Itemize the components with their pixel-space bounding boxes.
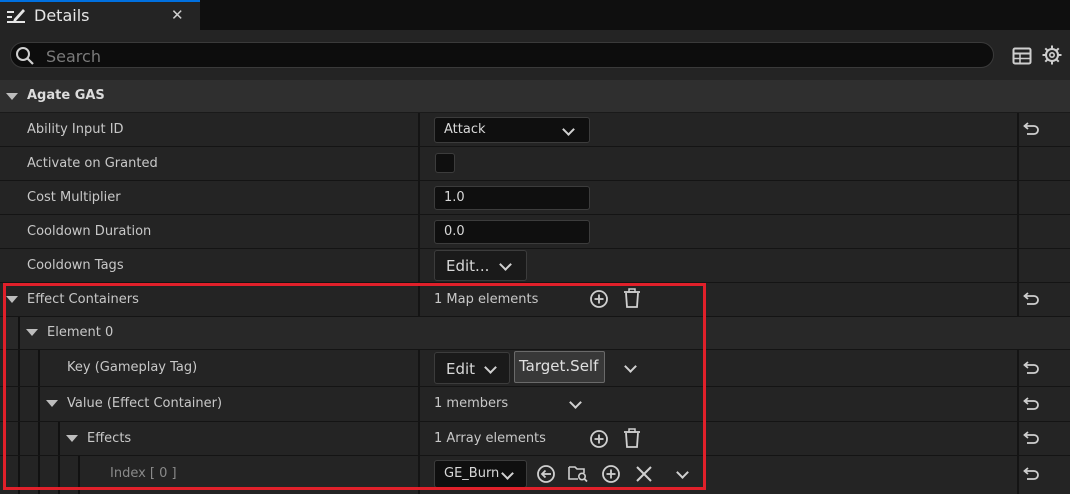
- search-box: [10, 42, 994, 68]
- reset-to-default-icon[interactable]: [1022, 361, 1040, 377]
- chevron-down-icon[interactable]: [676, 466, 689, 479]
- row-index-0: Index [ 0 ] GE_Burn: [0, 456, 1070, 494]
- add-icon[interactable]: [601, 464, 621, 484]
- close-icon[interactable]: ✕: [171, 6, 184, 24]
- property-label: Cooldown Duration: [27, 224, 152, 239]
- row-cooldown-tags: Cooldown Tags Edit...: [0, 249, 1070, 283]
- property-label: Value (Effect Container): [67, 396, 223, 411]
- row-value-effect-container: Value (Effect Container) 1 members: [0, 387, 1070, 422]
- trash-icon[interactable]: [622, 288, 642, 308]
- reset-to-default-icon[interactable]: [1022, 122, 1040, 138]
- field-value: 0.0: [444, 224, 465, 239]
- reset-to-default-icon[interactable]: [1022, 292, 1040, 308]
- property-label: Effect Containers: [27, 292, 139, 307]
- chevron-down-icon: [501, 467, 514, 480]
- ability-input-id-dropdown[interactable]: Attack: [434, 117, 590, 143]
- row-cooldown-duration: Cooldown Duration 0.0: [0, 215, 1070, 249]
- add-element-icon[interactable]: [589, 429, 609, 449]
- browse-folder-icon[interactable]: [568, 463, 588, 483]
- effect-class-dropdown[interactable]: GE_Burn: [434, 460, 527, 488]
- chevron-down-icon: [484, 361, 497, 374]
- row-ability-input-id: Ability Input ID Attack: [0, 113, 1070, 147]
- key-edit-button[interactable]: Edit: [434, 352, 510, 384]
- collapse-triangle-icon[interactable]: [6, 93, 18, 100]
- tab-title: Details: [34, 6, 90, 25]
- row-effects: Effects 1 Array elements: [0, 422, 1070, 456]
- category-label: Agate GAS: [27, 88, 105, 103]
- collapse-triangle-icon[interactable]: [46, 400, 58, 407]
- cost-multiplier-input[interactable]: 1.0: [434, 186, 590, 210]
- search-bar: [0, 30, 1070, 80]
- row-effect-containers: Effect Containers 1 Map elements: [0, 283, 1070, 317]
- dropdown-value: Attack: [444, 122, 486, 137]
- property-label: Key (Gameplay Tag): [67, 360, 198, 375]
- property-label: Index [ 0 ]: [110, 466, 177, 481]
- button-label: Edit: [446, 360, 476, 378]
- field-value: 1.0: [444, 190, 465, 205]
- pencil-list-icon: [7, 9, 25, 23]
- tab-bar: Details ✕: [0, 0, 1070, 30]
- reset-to-default-icon[interactable]: [1022, 431, 1040, 447]
- array-elements-count: 1 Array elements: [434, 431, 546, 446]
- map-elements-count: 1 Map elements: [434, 292, 539, 307]
- property-label: Effects: [87, 431, 132, 446]
- property-label: Ability Input ID: [27, 122, 124, 137]
- cooldown-duration-input[interactable]: 0.0: [434, 220, 590, 244]
- button-label: Edit...: [446, 257, 490, 275]
- gear-icon[interactable]: [1042, 45, 1062, 65]
- reset-to-default-icon[interactable]: [1022, 397, 1040, 413]
- dropdown-value: GE_Burn: [444, 466, 500, 481]
- property-label: Cooldown Tags: [27, 258, 124, 273]
- tag-label: Target.Self: [519, 357, 599, 375]
- chevron-down-icon[interactable]: [569, 396, 582, 409]
- tab-details[interactable]: Details ✕: [0, 0, 200, 30]
- chevron-down-icon: [562, 123, 575, 136]
- collapse-triangle-icon[interactable]: [6, 296, 18, 303]
- table-view-icon[interactable]: [1012, 47, 1032, 65]
- search-input[interactable]: [44, 45, 948, 67]
- property-label: Activate on Granted: [27, 156, 158, 171]
- row-cost-multiplier: Cost Multiplier 1.0: [0, 181, 1070, 215]
- search-icon: [16, 47, 34, 65]
- members-count: 1 members: [434, 396, 509, 411]
- trash-icon[interactable]: [622, 428, 642, 448]
- activate-on-granted-checkbox[interactable]: [435, 153, 455, 173]
- clear-x-icon[interactable]: [634, 464, 654, 484]
- collapse-triangle-icon[interactable]: [66, 435, 78, 442]
- property-label: Element 0: [47, 325, 114, 340]
- row-element-0: Element 0: [0, 317, 1070, 350]
- row-key-gameplay-tag: Key (Gameplay Tag) Edit Target.Self: [0, 350, 1070, 387]
- property-label: Cost Multiplier: [27, 190, 121, 205]
- row-activate-on-granted: Activate on Granted: [0, 147, 1070, 181]
- chevron-down-icon[interactable]: [624, 360, 637, 373]
- cooldown-tags-edit-button[interactable]: Edit...: [434, 250, 527, 281]
- reset-to-default-icon[interactable]: [1022, 467, 1040, 483]
- gameplay-tag-chip[interactable]: Target.Self: [514, 351, 605, 383]
- add-element-icon[interactable]: [589, 289, 609, 309]
- chevron-down-icon: [499, 258, 512, 271]
- collapse-triangle-icon[interactable]: [26, 329, 38, 336]
- category-agate-gas[interactable]: Agate GAS: [0, 80, 1070, 113]
- use-selected-asset-icon[interactable]: [536, 464, 556, 484]
